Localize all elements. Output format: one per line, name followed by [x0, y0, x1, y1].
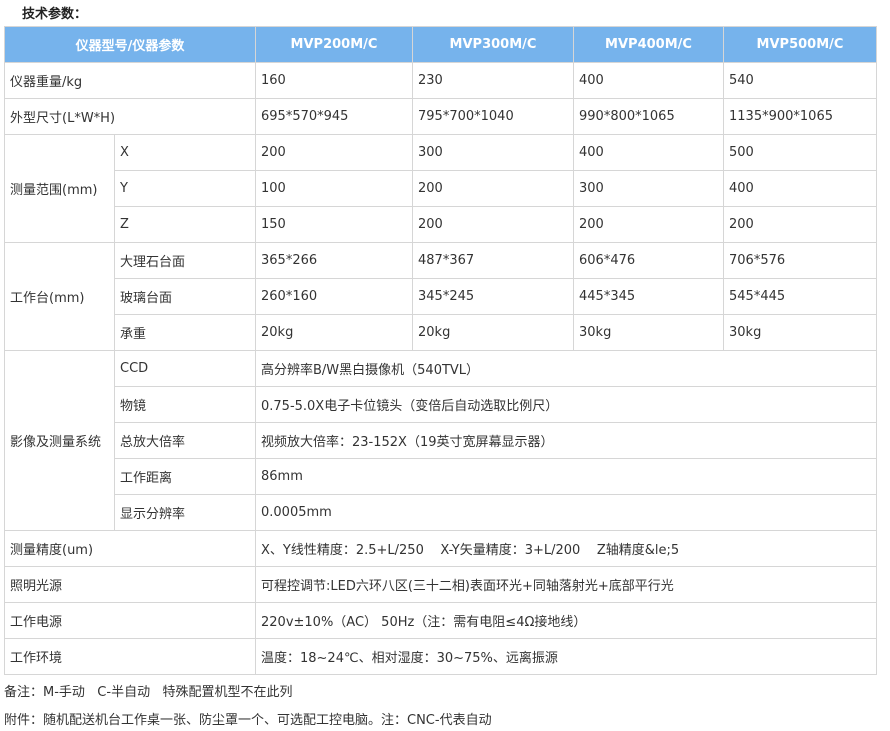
sub-label: 工作距离	[114, 458, 256, 495]
cell: 500	[723, 134, 877, 171]
cell: 0.75-5.0X电子卡位镜头（变倍后自动选取比例尺）	[255, 386, 877, 423]
cell: 260*160	[255, 278, 413, 315]
cell: 30kg	[723, 314, 877, 351]
cell: 365*266	[255, 242, 413, 279]
cell: 345*245	[412, 278, 574, 315]
sub-label: 显示分辨率	[114, 494, 256, 531]
group-label-imaging: 影像及测量系统	[4, 350, 115, 531]
cell: 300	[573, 170, 724, 207]
cell: 86mm	[255, 458, 877, 495]
row-label-dims: 外型尺寸(L*W*H)	[4, 98, 256, 135]
table-row: 照明光源 可程控调节:LED六环八区(三十二相)表面环光+同轴落射光+底部平行光	[4, 566, 877, 603]
sub-label: Z	[114, 206, 256, 243]
table-row: 影像及测量系统 CCD 高分辨率B/W黑白摄像机（540TVL）	[4, 350, 877, 531]
cell: 487*367	[412, 242, 574, 279]
sub-label: 承重	[114, 314, 256, 351]
cell: 20kg	[255, 314, 413, 351]
sub-label: CCD	[114, 350, 256, 387]
header-model-2: MVP300M/C	[412, 26, 574, 63]
cell: 200	[412, 206, 574, 243]
cell: 230	[412, 62, 574, 99]
cell: 606*476	[573, 242, 724, 279]
cell: 540	[723, 62, 877, 99]
sub-label: X	[114, 134, 256, 171]
sub-label: 玻璃台面	[114, 278, 256, 315]
table-row: 测量精度(um) X、Y线性精度：2.5+L/250 X-Y矢量精度：3+L/2…	[4, 530, 877, 567]
cell: 100	[255, 170, 413, 207]
table-header-row: 仪器型号/仪器参数 MVP200M/C MVP300M/C MVP400M/C …	[4, 26, 877, 63]
table-row: 工作距离 86mm	[5, 458, 877, 495]
group-label-range: 测量范围(mm)	[4, 134, 115, 243]
table-row: 测量范围(mm) X 200 300 400 500	[4, 134, 877, 243]
group-label-worktable: 工作台(mm)	[4, 242, 115, 351]
cell: 0.0005mm	[255, 494, 877, 531]
header-model-3: MVP400M/C	[573, 26, 724, 63]
cell: 160	[255, 62, 413, 99]
note-remark: 备注：M-手动 C-半自动 特殊配置机型不在此列	[4, 685, 293, 700]
cell: 200	[412, 170, 574, 207]
sub-label: Y	[114, 170, 256, 207]
cell: 1135*900*1065	[723, 98, 877, 135]
sub-label: 大理石台面	[114, 242, 256, 279]
cell: 400	[723, 170, 877, 207]
cell: 300	[412, 134, 574, 171]
header-model-4: MVP500M/C	[723, 26, 877, 63]
sub-label: 总放大倍率	[114, 422, 256, 459]
cell: 200	[573, 206, 724, 243]
section-heading: 技术参数：	[22, 7, 88, 22]
cell: 545*445	[723, 278, 877, 315]
row-label-power: 工作电源	[4, 602, 256, 639]
table-row: 工作台(mm) 大理石台面 365*266 487*367 606*476 70…	[4, 242, 877, 351]
cell: 温度：18~24℃、相对湿度：30~75%、远离振源	[255, 638, 877, 675]
cell: 可程控调节:LED六环八区(三十二相)表面环光+同轴落射光+底部平行光	[255, 566, 877, 603]
table-row: 工作环境 温度：18~24℃、相对湿度：30~75%、远离振源	[4, 638, 877, 675]
header-model-1: MVP200M/C	[255, 26, 413, 63]
cell: 400	[573, 134, 724, 171]
table-row: 工作电源 220v±10%（AC） 50Hz（注：需有电阻≤4Ω接地线）	[4, 602, 877, 639]
cell: 200	[255, 134, 413, 171]
header-param: 仪器型号/仪器参数	[4, 26, 256, 63]
table-row: 总放大倍率 视频放大倍率：23-152X（19英寸宽屏幕显示器）	[5, 422, 877, 459]
row-label-weight: 仪器重量/kg	[4, 62, 256, 99]
cell: 990*800*1065	[573, 98, 724, 135]
cell: 706*576	[723, 242, 877, 279]
row-label-env: 工作环境	[4, 638, 256, 675]
note-accessories: 附件：随机配送机台工作桌一张、防尘罩一个、可选配工控电脑。注：CNC-代表自动	[4, 713, 492, 728]
table-row: Y 100 200 300 400	[5, 170, 877, 207]
cell: 695*570*945	[255, 98, 413, 135]
cell: 20kg	[412, 314, 574, 351]
cell: 445*345	[573, 278, 724, 315]
table-row: 玻璃台面 260*160 345*245 445*345 545*445	[5, 278, 877, 315]
table-row: 外型尺寸(L*W*H) 695*570*945 795*700*1040 990…	[4, 98, 877, 135]
spec-table: 仪器型号/仪器参数 MVP200M/C MVP300M/C MVP400M/C …	[4, 26, 877, 675]
table-row: 显示分辨率 0.0005mm	[5, 494, 877, 531]
cell: 150	[255, 206, 413, 243]
cell: 30kg	[573, 314, 724, 351]
sub-label: 物镜	[114, 386, 256, 423]
table-row: 仪器重量/kg 160 230 400 540	[4, 62, 877, 99]
row-label-accuracy: 测量精度(um)	[4, 530, 256, 567]
table-row: 承重 20kg 20kg 30kg 30kg	[5, 314, 877, 351]
table-row: 物镜 0.75-5.0X电子卡位镜头（变倍后自动选取比例尺）	[5, 386, 877, 423]
cell: X、Y线性精度：2.5+L/250 X-Y矢量精度：3+L/200 Z轴精度&l…	[255, 530, 877, 567]
cell: 视频放大倍率：23-152X（19英寸宽屏幕显示器）	[255, 422, 877, 459]
row-label-light: 照明光源	[4, 566, 256, 603]
cell: 400	[573, 62, 724, 99]
cell: 200	[723, 206, 877, 243]
cell: 220v±10%（AC） 50Hz（注：需有电阻≤4Ω接地线）	[255, 602, 877, 639]
cell: 795*700*1040	[412, 98, 574, 135]
cell: 高分辨率B/W黑白摄像机（540TVL）	[255, 350, 877, 387]
table-row: Z 150 200 200 200	[5, 206, 877, 243]
